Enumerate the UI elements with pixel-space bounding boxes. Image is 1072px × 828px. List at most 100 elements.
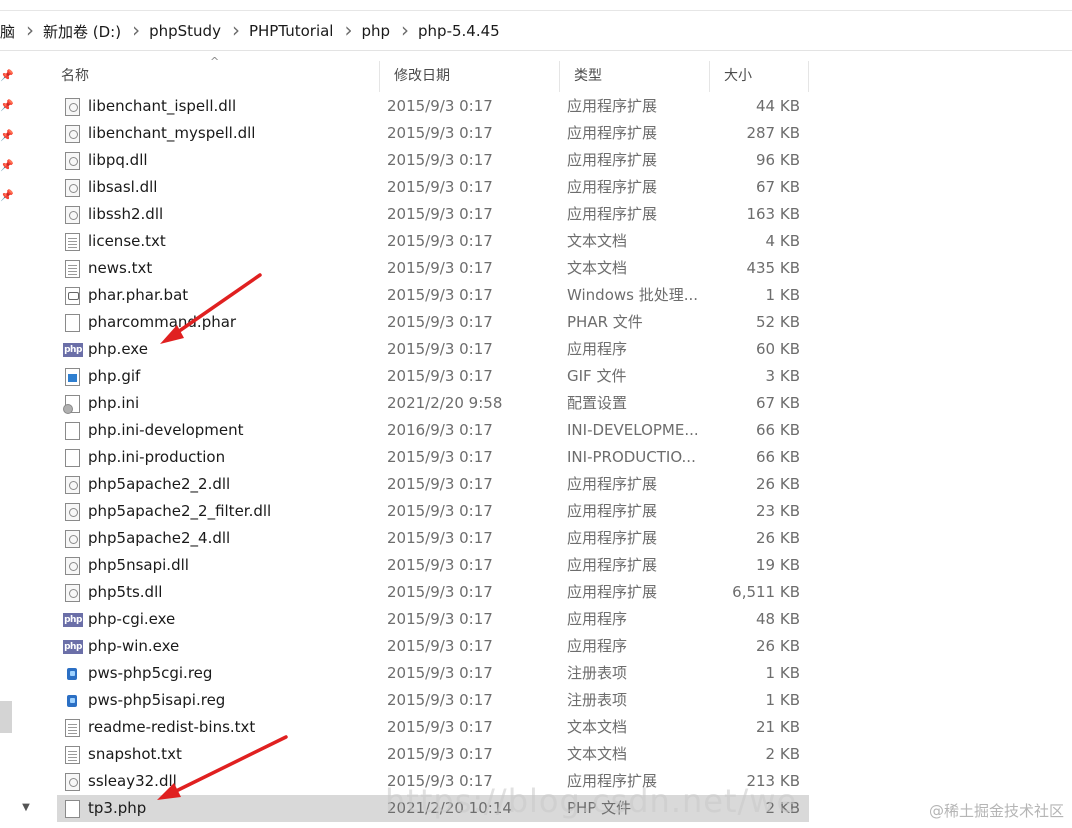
file-type: Windows 批处理... (567, 286, 699, 304)
file-row[interactable]: phar.phar.bat 2015/9/3 0:17 Windows 批处理...… (57, 282, 809, 309)
file-modified-date: 2015/9/3 0:17 (387, 286, 493, 304)
file-modified-date: 2015/9/3 0:17 (387, 718, 493, 736)
blank-file-icon (65, 800, 80, 818)
pin-icon[interactable]: 📌 (0, 100, 14, 112)
file-name: php.exe (88, 340, 148, 358)
ini-file-icon (63, 395, 80, 414)
file-row[interactable]: php5apache2_2.dll 2015/9/3 0:17 应用程序扩展 26 K… (57, 471, 809, 498)
address-bar[interactable]: 脑 新加卷 (D:) phpStudy PHPTutorial php php-… (0, 12, 1072, 51)
file-row[interactable]: snapshot.txt 2015/9/3 0:17 文本文档 2 KB (57, 741, 809, 768)
chevron-right-icon[interactable] (132, 22, 140, 40)
file-row[interactable]: php.ini-development 2016/9/3 0:17 INI-DEVE… (57, 417, 809, 444)
dll-file-icon (65, 179, 80, 197)
file-row[interactable]: php5nsapi.dll 2015/9/3 0:17 应用程序扩展 19 KB (57, 552, 809, 579)
pin-icon[interactable]: 📌 (0, 70, 14, 82)
registry-file-icon (65, 665, 80, 683)
file-modified-date: 2015/9/3 0:17 (387, 151, 493, 169)
file-type: 文本文档 (567, 259, 628, 277)
file-row[interactable]: php5apache2_2_filter.dll 2015/9/3 0:17 应用程… (57, 498, 809, 525)
chevron-right-icon[interactable] (232, 22, 240, 40)
file-modified-date: 2015/9/3 0:17 (387, 637, 493, 655)
window-top-strip (0, 0, 1072, 11)
file-type: 文本文档 (567, 745, 628, 763)
column-header-size[interactable]: 大小 (710, 61, 809, 92)
file-row[interactable]: php php.exe 2015/9/3 0:17 应用程序 60 KB (57, 336, 809, 363)
blank-file-icon (65, 449, 80, 467)
file-row[interactable]: license.txt 2015/9/3 0:17 文本文档 4 KB (57, 228, 809, 255)
nav-selection-marker[interactable] (0, 701, 12, 733)
file-row[interactable]: php.gif 2015/9/3 0:17 GIF 文件 3 KB (57, 363, 809, 390)
file-size: 435 KB (746, 259, 800, 277)
file-size: 26 KB (756, 637, 800, 655)
file-name: php.ini (88, 394, 140, 412)
file-row[interactable]: libenchant_myspell.dll 2015/9/3 0:17 应用程序扩… (57, 120, 809, 147)
file-type: 应用程序 (567, 637, 628, 655)
file-row[interactable]: readme-redist-bins.txt 2015/9/3 0:17 文本文档 2… (57, 714, 809, 741)
file-size: 1 KB (765, 286, 800, 304)
navigation-pane: 📌 📌 📌 📌 📌 ▼ (0, 51, 36, 828)
file-type: 应用程序扩展 (567, 151, 658, 169)
column-header-type[interactable]: 类型 (560, 61, 710, 92)
scroll-down-arrow-icon[interactable]: ▼ (19, 794, 33, 822)
dll-file-icon (65, 206, 80, 224)
file-row[interactable]: php php-cgi.exe 2015/9/3 0:17 应用程序 48 KB (57, 606, 809, 633)
chevron-right-icon[interactable] (401, 22, 409, 40)
file-row[interactable]: libpq.dll 2015/9/3 0:17 应用程序扩展 96 KB (57, 147, 809, 174)
file-modified-date: 2015/9/3 0:17 (387, 583, 493, 601)
file-size: 96 KB (756, 151, 800, 169)
file-type: GIF 文件 (567, 367, 627, 385)
chevron-right-icon[interactable] (26, 22, 34, 40)
file-name: ssleay32.dll (88, 772, 177, 790)
file-modified-date: 2015/9/3 0:17 (387, 259, 493, 277)
file-row[interactable]: php5apache2_4.dll 2015/9/3 0:17 应用程序扩展 26 K… (57, 525, 809, 552)
file-row[interactable]: libsasl.dll 2015/9/3 0:17 应用程序扩展 67 KB (57, 174, 809, 201)
pin-icon[interactable]: 📌 (0, 190, 14, 202)
file-size: 287 KB (746, 124, 800, 142)
file-row[interactable]: news.txt 2015/9/3 0:17 文本文档 435 KB (57, 255, 809, 282)
file-row[interactable]: php php-win.exe 2015/9/3 0:17 应用程序 26 KB (57, 633, 809, 660)
breadcrumb-php-5-4-45[interactable]: php-5.4.45 (418, 22, 500, 40)
file-modified-date: 2015/9/3 0:17 (387, 691, 493, 709)
file-name: license.txt (88, 232, 166, 250)
column-header-date[interactable]: 修改日期 (380, 61, 560, 92)
file-size: 66 KB (756, 421, 800, 439)
file-name: php.ini-development (88, 421, 244, 439)
file-row[interactable]: php.ini 2021/2/20 9:58 配置设置 67 KB (57, 390, 809, 417)
dll-file-icon (65, 773, 80, 791)
file-row[interactable]: pws-php5isapi.reg 2015/9/3 0:17 注册表项 1 KB (57, 687, 809, 714)
file-row[interactable]: php5ts.dll 2015/9/3 0:17 应用程序扩展 6,511 KB (57, 579, 809, 606)
breadcrumb-drive-d[interactable]: 新加卷 (D:) (43, 21, 121, 42)
file-name: libenchant_ispell.dll (88, 97, 237, 115)
text-file-icon (65, 746, 80, 764)
file-type: 注册表项 (567, 691, 628, 709)
file-type: 应用程序 (567, 340, 628, 358)
column-header-name[interactable]: 名称 (47, 61, 380, 92)
dll-file-icon (65, 98, 80, 116)
file-name: php5nsapi.dll (88, 556, 189, 574)
file-row[interactable]: php.ini-production 2015/9/3 0:17 INI-PRODU… (57, 444, 809, 471)
pin-icon[interactable]: 📌 (0, 130, 14, 142)
file-type: 应用程序 (567, 610, 628, 628)
file-size: 4 KB (765, 232, 800, 250)
breadcrumb-phpstudy[interactable]: phpStudy (149, 22, 221, 40)
file-modified-date: 2021/2/20 9:58 (387, 394, 503, 412)
text-file-icon (65, 260, 80, 278)
file-name: php5apache2_2_filter.dll (88, 502, 272, 520)
file-size: 6,511 KB (732, 583, 800, 601)
file-type: 文本文档 (567, 718, 628, 736)
chevron-right-icon[interactable] (344, 22, 352, 40)
file-modified-date: 2015/9/3 0:17 (387, 367, 493, 385)
file-name: readme-redist-bins.txt (88, 718, 256, 736)
file-row[interactable]: pharcommand.phar 2015/9/3 0:17 PHAR 文件 52 K… (57, 309, 809, 336)
file-size: 3 KB (765, 367, 800, 385)
pin-icon[interactable]: 📌 (0, 160, 14, 172)
breadcrumb-phptutorial[interactable]: PHPTutorial (249, 22, 334, 40)
file-size: 23 KB (756, 502, 800, 520)
file-row[interactable]: libenchant_ispell.dll 2015/9/3 0:17 应用程序扩展… (57, 93, 809, 120)
registry-file-icon (65, 692, 80, 710)
file-row[interactable]: pws-php5cgi.reg 2015/9/3 0:17 注册表项 1 KB (57, 660, 809, 687)
file-row[interactable]: libssh2.dll 2015/9/3 0:17 应用程序扩展 163 KB (57, 201, 809, 228)
file-name: tp3.php (88, 799, 147, 817)
breadcrumb-php[interactable]: php (361, 22, 390, 40)
breadcrumb-this-pc[interactable]: 脑 (0, 21, 15, 42)
